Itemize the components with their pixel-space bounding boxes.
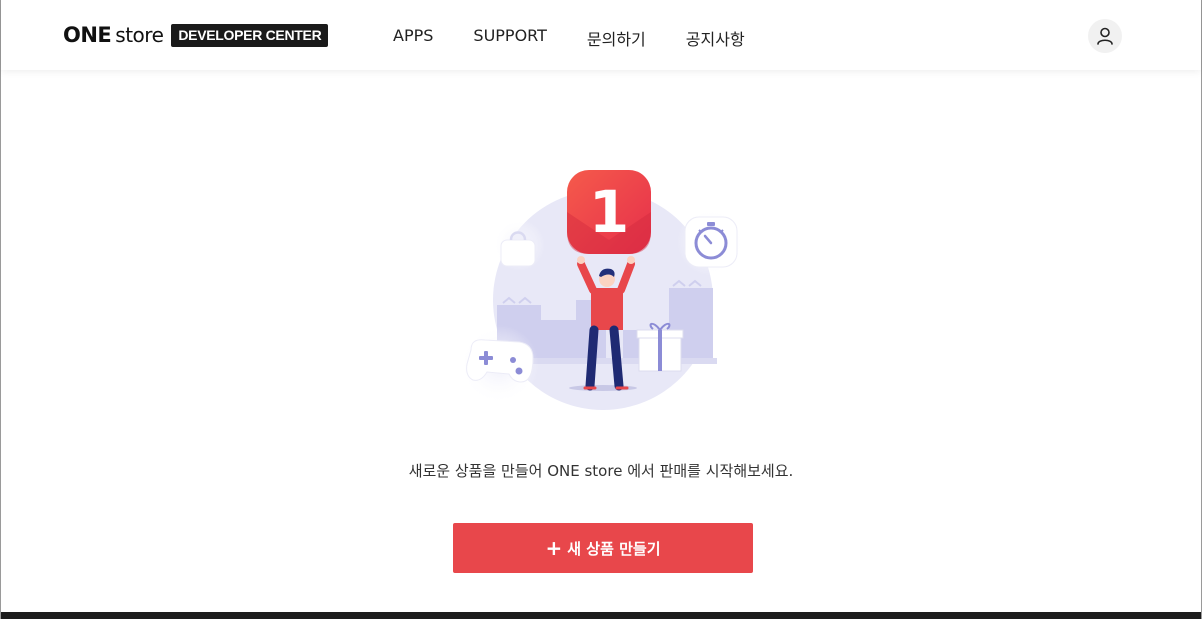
shopping-bag-icon: [493, 219, 545, 271]
logo-store-text: store: [115, 23, 164, 47]
logo-one-text: ONE: [63, 23, 112, 47]
nav-item-apps[interactable]: APPS: [393, 26, 433, 50]
plus-icon: +: [545, 536, 563, 560]
stopwatch-icon: [677, 208, 745, 276]
onestore-logo[interactable]: ONE store DEVELOPER CENTER: [63, 23, 329, 47]
onestore-app-badge: 1: [567, 170, 651, 254]
create-new-product-button[interactable]: + 새 상품 만들기: [453, 523, 753, 573]
developer-center-badge: DEVELOPER CENTER: [171, 23, 329, 47]
create-button-label: 새 상품 만들기: [567, 539, 661, 558]
empty-state-illustration: 1: [459, 170, 745, 410]
app-badge-number: 1: [589, 178, 629, 246]
empty-state-message: 새로운 상품을 만들어 ONE store 에서 판매를 시작해보세요.: [408, 462, 794, 480]
gamepad-icon: [459, 325, 539, 405]
top-header: ONE store DEVELOPER CENTER APPS SUPPORT …: [1, 0, 1201, 70]
nav-item-inquiry[interactable]: 문의하기: [587, 26, 646, 50]
footer-bar: [1, 612, 1201, 619]
nav-item-notice[interactable]: 공지사항: [686, 26, 745, 50]
user-icon: [1097, 27, 1113, 45]
gift-box: [636, 322, 684, 372]
main-nav: APPS SUPPORT 문의하기 공지사항: [393, 26, 745, 50]
user-menu-button[interactable]: [1088, 19, 1122, 53]
nav-item-support[interactable]: SUPPORT: [473, 26, 546, 50]
page: ONE store DEVELOPER CENTER APPS SUPPORT …: [0, 0, 1202, 619]
